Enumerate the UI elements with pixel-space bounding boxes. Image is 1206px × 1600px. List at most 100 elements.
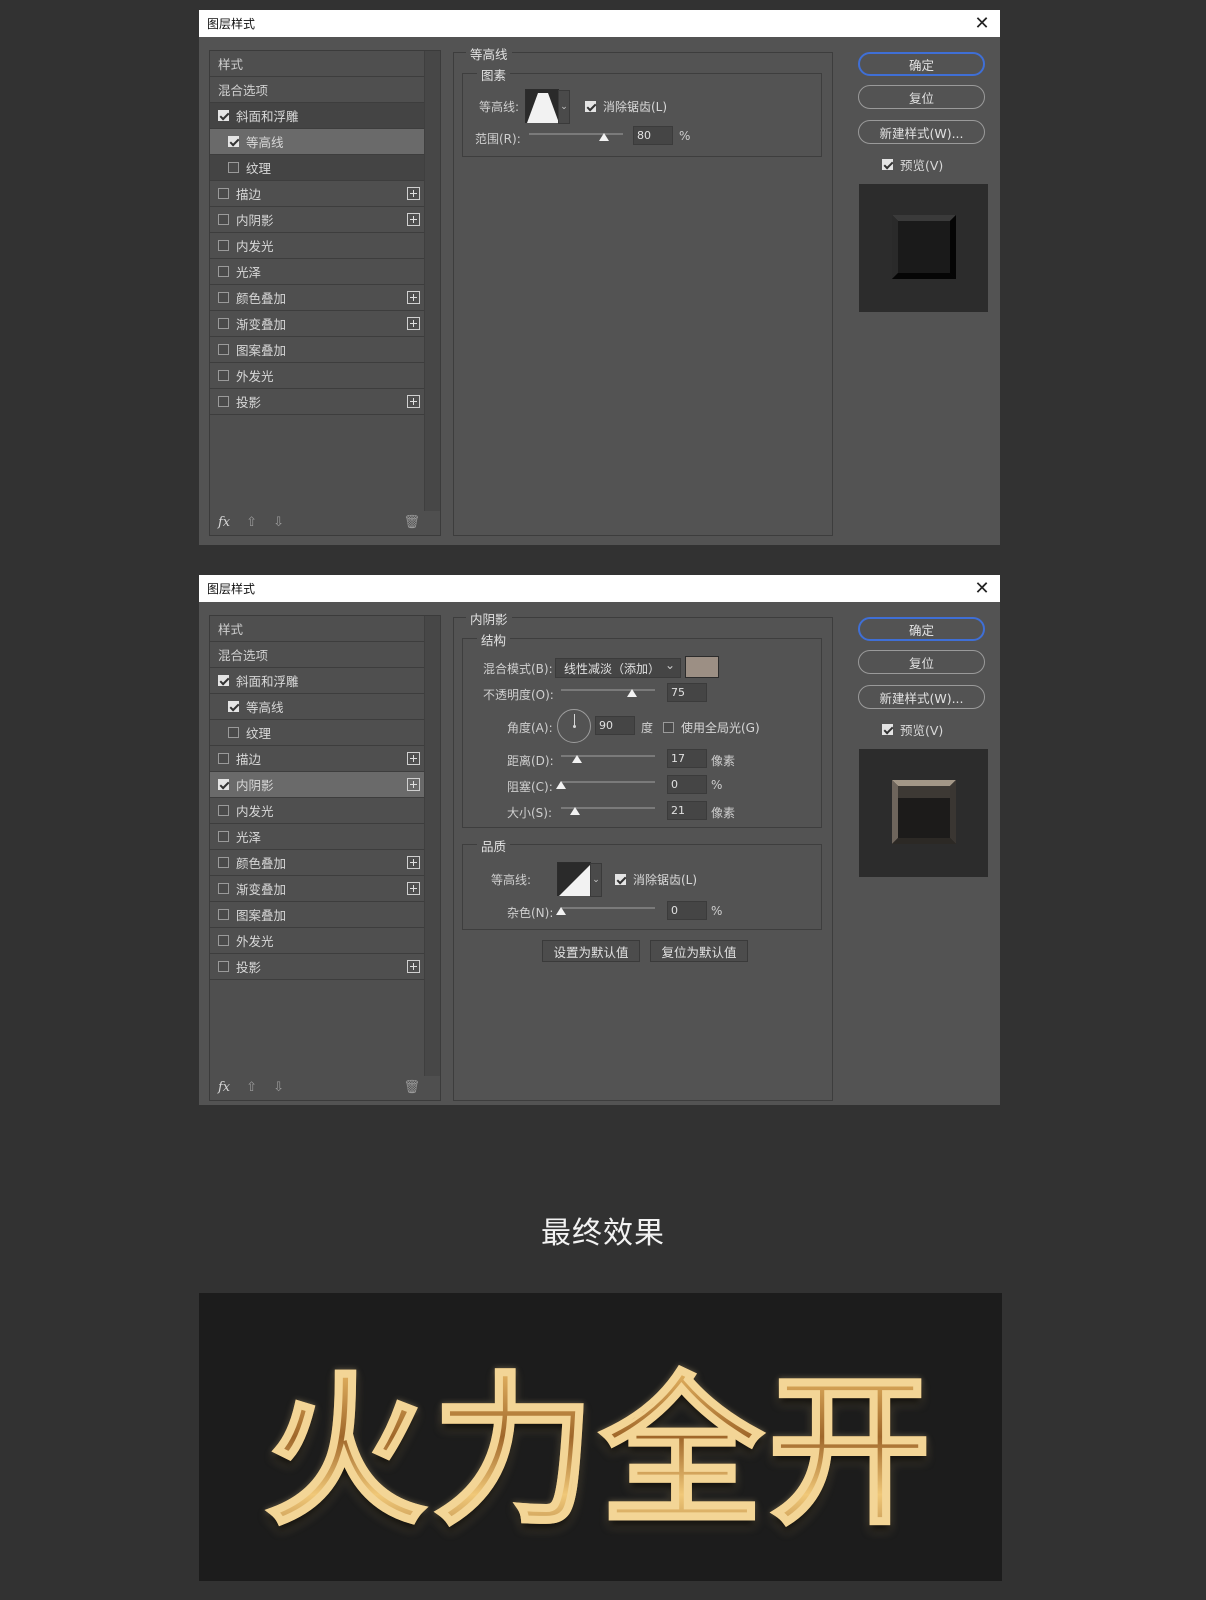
add-effect-icon[interactable]: [407, 856, 420, 869]
styles-scrollbar[interactable]: [424, 616, 440, 1076]
style-item[interactable]: 内发光: [210, 233, 424, 259]
ok-button[interactable]: 确定: [858, 52, 985, 76]
checkbox-icon[interactable]: [882, 159, 893, 170]
style-item[interactable]: 颜色叠加: [210, 850, 424, 876]
move-down-icon[interactable]: ⇩: [273, 515, 284, 530]
checkbox-icon[interactable]: [218, 370, 229, 381]
contour-picker[interactable]: ⌄: [557, 862, 602, 897]
style-item[interactable]: 光泽: [210, 824, 424, 850]
checkbox-icon[interactable]: [218, 805, 229, 816]
size-slider[interactable]: [561, 807, 655, 815]
chevron-down-icon[interactable]: ⌄: [558, 90, 570, 124]
opacity-slider[interactable]: [561, 689, 655, 697]
new-style-button[interactable]: 新建样式(W)...: [858, 120, 985, 144]
checkbox-icon[interactable]: [218, 779, 229, 790]
style-item[interactable]: 渐变叠加: [210, 311, 424, 337]
add-effect-icon[interactable]: [407, 752, 420, 765]
style-item[interactable]: 渐变叠加: [210, 876, 424, 902]
size-input[interactable]: 21: [667, 801, 707, 820]
reset-default-button[interactable]: 复位为默认值: [650, 940, 748, 962]
move-down-icon[interactable]: ⇩: [273, 1080, 284, 1095]
styles-header[interactable]: 样式: [210, 616, 424, 642]
close-icon[interactable]: ✕: [972, 14, 992, 33]
trash-icon[interactable]: 🗑: [403, 515, 420, 530]
style-item[interactable]: 描边: [210, 746, 424, 772]
checkbox-icon[interactable]: [218, 318, 229, 329]
ok-button[interactable]: 确定: [858, 617, 985, 641]
choke-input[interactable]: 0: [667, 775, 707, 794]
add-effect-icon[interactable]: [407, 960, 420, 973]
move-up-icon[interactable]: ⇧: [246, 515, 257, 530]
checkbox-icon[interactable]: [218, 909, 229, 920]
global-light-checkbox[interactable]: 使用全局光(G): [663, 719, 760, 736]
checkbox-icon[interactable]: [218, 292, 229, 303]
angle-dial-icon[interactable]: [557, 709, 591, 743]
distance-input[interactable]: 17: [667, 749, 707, 768]
range-slider[interactable]: [529, 133, 623, 141]
checkbox-icon[interactable]: [218, 214, 229, 225]
checkbox-icon[interactable]: [218, 831, 229, 842]
reset-button[interactable]: 复位: [858, 85, 985, 109]
slider-knob[interactable]: [626, 689, 637, 697]
style-item[interactable]: 描边: [210, 181, 424, 207]
style-item[interactable]: 内阴影: [210, 207, 424, 233]
preview-checkbox[interactable]: 预览(V): [882, 155, 943, 174]
slider-knob[interactable]: [571, 755, 582, 763]
style-item[interactable]: 内发光: [210, 798, 424, 824]
checkbox-icon[interactable]: [228, 136, 239, 147]
add-effect-icon[interactable]: [407, 213, 420, 226]
move-up-icon[interactable]: ⇧: [246, 1080, 257, 1095]
checkbox-icon[interactable]: [218, 188, 229, 199]
contour-picker[interactable]: ⌄: [525, 89, 570, 124]
checkbox-icon[interactable]: [663, 722, 674, 733]
checkbox-icon[interactable]: [218, 240, 229, 251]
style-item[interactable]: 投影: [210, 389, 424, 415]
trash-icon[interactable]: 🗑: [403, 1080, 420, 1095]
add-effect-icon[interactable]: [407, 882, 420, 895]
checkbox-icon[interactable]: [585, 101, 596, 112]
slider-knob[interactable]: [599, 133, 610, 141]
fx-icon[interactable]: fx: [218, 1080, 230, 1095]
style-item[interactable]: 图案叠加: [210, 337, 424, 363]
checkbox-icon[interactable]: [228, 162, 239, 173]
checkbox-icon[interactable]: [218, 675, 229, 686]
blending-options-item[interactable]: 混合选项: [210, 77, 424, 103]
fx-icon[interactable]: fx: [218, 515, 230, 530]
antialias-checkbox[interactable]: 消除锯齿(L): [585, 98, 667, 115]
add-effect-icon[interactable]: [407, 187, 420, 200]
chevron-down-icon[interactable]: ⌄: [590, 863, 602, 897]
add-effect-icon[interactable]: [407, 291, 420, 304]
distance-slider[interactable]: [561, 755, 655, 763]
style-item[interactable]: 斜面和浮雕: [210, 103, 424, 129]
opacity-input[interactable]: 75: [667, 683, 707, 702]
shadow-color-swatch[interactable]: [685, 656, 719, 678]
new-style-button[interactable]: 新建样式(W)...: [858, 685, 985, 709]
checkbox-icon[interactable]: [218, 935, 229, 946]
blend-mode-select[interactable]: 线性减淡（添加）: [555, 658, 681, 678]
reset-button[interactable]: 复位: [858, 650, 985, 674]
checkbox-icon[interactable]: [218, 266, 229, 277]
style-item[interactable]: 投影: [210, 954, 424, 980]
checkbox-icon[interactable]: [218, 344, 229, 355]
choke-slider[interactable]: [556, 781, 655, 789]
style-item[interactable]: 外发光: [210, 928, 424, 954]
add-effect-icon[interactable]: [407, 778, 420, 791]
style-item[interactable]: 颜色叠加: [210, 285, 424, 311]
checkbox-icon[interactable]: [615, 874, 626, 885]
checkbox-icon[interactable]: [228, 701, 239, 712]
styles-scrollbar[interactable]: [424, 51, 440, 511]
style-item[interactable]: 纹理: [210, 720, 424, 746]
close-icon[interactable]: ✕: [972, 579, 992, 598]
style-item[interactable]: 光泽: [210, 259, 424, 285]
noise-slider[interactable]: [556, 907, 655, 915]
style-item[interactable]: 斜面和浮雕: [210, 668, 424, 694]
style-item[interactable]: 纹理: [210, 155, 424, 181]
checkbox-icon[interactable]: [218, 883, 229, 894]
style-item[interactable]: 图案叠加: [210, 902, 424, 928]
noise-input[interactable]: 0: [667, 901, 707, 920]
antialias-checkbox[interactable]: 消除锯齿(L): [615, 871, 697, 888]
checkbox-icon[interactable]: [218, 753, 229, 764]
checkbox-icon[interactable]: [218, 110, 229, 121]
slider-knob[interactable]: [556, 781, 566, 789]
checkbox-icon[interactable]: [218, 857, 229, 868]
